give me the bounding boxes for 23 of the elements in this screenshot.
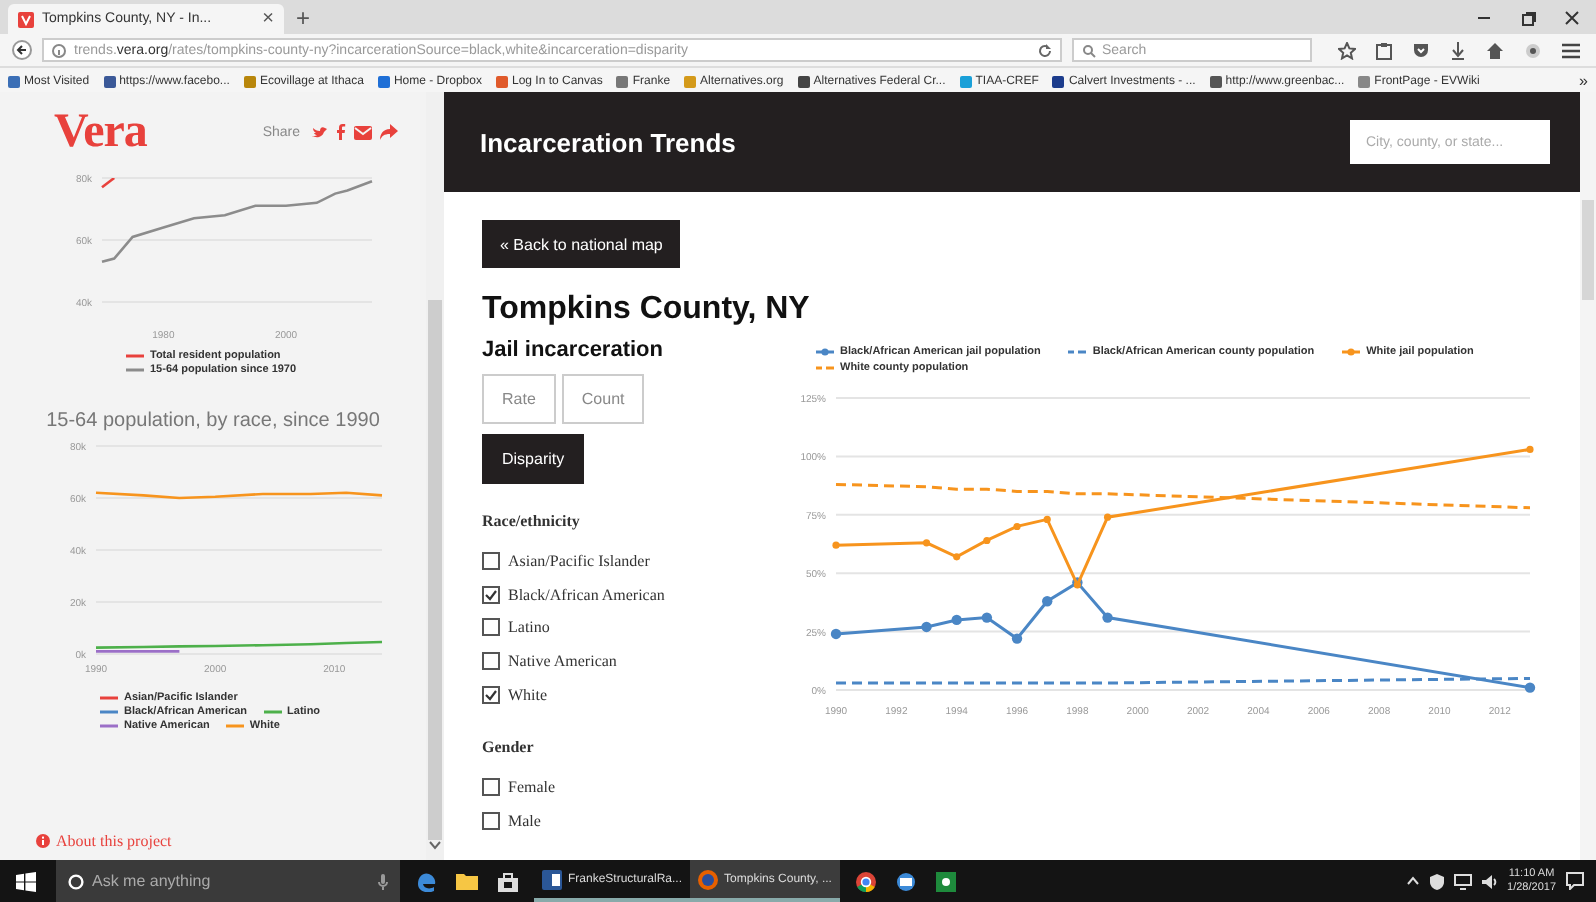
mode-tab[interactable]: Disparity (482, 434, 585, 484)
checkbox-label[interactable]: Latino (508, 618, 550, 637)
vera-logo[interactable]: Vera (54, 105, 147, 159)
tab-close-button[interactable]: × (262, 9, 274, 29)
county-title: Tompkins County, NY (482, 290, 812, 330)
new-tab-button[interactable]: + (296, 5, 311, 29)
mode-tab[interactable]: Rate (482, 374, 556, 424)
filter-heading: Race/ethnicity (482, 512, 582, 532)
chart-title: 15-64 population, by race, since 1990 (44, 410, 382, 434)
filter-heading: Gender (482, 738, 536, 759)
checkbox-label[interactable]: Male (508, 811, 541, 830)
checkbox-label[interactable]: White (508, 685, 548, 704)
site-title: Incarceration Trends (480, 127, 736, 157)
checkbox-label[interactable]: Native American (508, 651, 617, 670)
taskbar-search-field[interactable]: Ask me anything (56, 860, 400, 902)
checkbox-label[interactable]: Asian/Pacific Islander (508, 551, 650, 570)
section-heading: Jail incarceration (482, 336, 665, 364)
back-button[interactable]: « Back to national map (482, 220, 681, 268)
more-bookmarks-button[interactable]: » (1579, 72, 1588, 90)
mode-tab[interactable]: Count (561, 374, 645, 424)
about-project-link[interactable]: About this project (36, 832, 426, 850)
checkbox-label[interactable]: Black/African American (508, 585, 665, 604)
checkbox-label[interactable]: Female (508, 778, 556, 797)
